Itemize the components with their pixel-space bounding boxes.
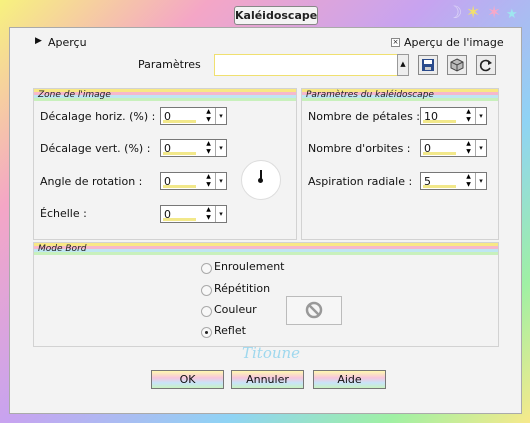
star-icon: ★ xyxy=(506,7,518,22)
radio-color[interactable] xyxy=(201,306,212,317)
stepper-arrows-icon[interactable]: ▲ ▼ xyxy=(202,108,215,124)
cancel-button[interactable]: Annuler xyxy=(231,370,304,389)
triangle-right-icon[interactable]: ▶ xyxy=(35,36,42,46)
image-zone-group: Zone de l'image Décalage horiz. (%) : 0 … xyxy=(33,88,297,240)
no-color-icon xyxy=(305,301,323,319)
rotation-dial[interactable] xyxy=(241,160,281,200)
stepper-arrows-icon[interactable]: ▲ ▼ xyxy=(462,140,475,156)
cube-icon[interactable] xyxy=(447,55,467,75)
save-icon[interactable] xyxy=(418,55,438,75)
chevron-down-icon[interactable]: ▾ xyxy=(475,140,486,156)
orbit-count-label: Nombre d'orbites : xyxy=(308,142,411,155)
scale-label: Échelle : xyxy=(40,207,87,220)
chevron-down-icon[interactable]: ▾ xyxy=(215,173,226,189)
radio-mirror[interactable] xyxy=(201,327,212,338)
image-zone-title: Zone de l'image xyxy=(34,89,296,101)
kaleido-params-group: Paramètres du kaléidoscape Nombre de pét… xyxy=(301,88,499,240)
chevron-down-icon[interactable]: ▾ xyxy=(215,108,226,124)
stepper-arrows-icon[interactable]: ▲ ▼ xyxy=(202,173,215,189)
petal-count-label: Nombre de pétales : xyxy=(308,110,421,123)
help-button[interactable]: Aide xyxy=(313,370,386,389)
radial-suction-stepper[interactable]: 5 ▲ ▼ ▾ xyxy=(420,172,487,190)
chevron-down-icon[interactable]: ▾ xyxy=(215,206,226,222)
radial-suction-label: Aspiration radiale : xyxy=(308,175,413,188)
window-title: Kaléidoscape xyxy=(234,6,318,25)
chevron-down-icon[interactable]: ▾ xyxy=(475,173,486,189)
vert-offset-stepper[interactable]: 0 ▲ ▼ ▾ xyxy=(160,139,227,157)
stepper-arrows-icon[interactable]: ▲ ▼ xyxy=(462,108,475,124)
horiz-offset-stepper[interactable]: 0 ▲ ▼ ▾ xyxy=(160,107,227,125)
moon-icon: ☽ xyxy=(447,3,463,23)
edge-mode-title: Mode Bord xyxy=(34,243,498,255)
signature: Titoune xyxy=(242,344,301,362)
rotation-angle-label: Angle de rotation : xyxy=(40,175,143,188)
radio-wrap-label[interactable]: Enroulement xyxy=(214,260,285,273)
orbit-count-stepper[interactable]: 0 ▲ ▼ ▾ xyxy=(420,139,487,157)
chevron-down-icon[interactable]: ▾ xyxy=(475,108,486,124)
kaleido-params-title: Paramètres du kaléidoscape xyxy=(302,89,498,101)
preview-checkbox-label: Aperçu de l'image xyxy=(404,36,504,49)
rotation-angle-stepper[interactable]: 0 ▲ ▼ ▾ xyxy=(160,172,227,190)
reset-icon[interactable] xyxy=(476,55,496,75)
radio-repeat[interactable] xyxy=(201,285,212,296)
ok-button[interactable]: OK xyxy=(151,370,224,389)
presets-dropdown-button[interactable]: ▲ xyxy=(397,54,409,76)
stepper-arrows-icon[interactable]: ▲ ▼ xyxy=(202,140,215,156)
presets-input[interactable] xyxy=(214,54,398,76)
stepper-arrows-icon[interactable]: ▲ ▼ xyxy=(462,173,475,189)
star-icon: ✶ xyxy=(487,3,502,23)
stepper-arrows-icon[interactable]: ▲ ▼ xyxy=(202,206,215,222)
color-swatch[interactable] xyxy=(286,296,342,325)
vert-offset-label: Décalage vert. (%) : xyxy=(40,142,151,155)
presets-label: Paramètres xyxy=(138,58,201,71)
dialog-panel: ▶ Aperçu × Aperçu de l'image Paramètres … xyxy=(9,27,522,414)
petal-count-stepper[interactable]: 10 ▲ ▼ ▾ xyxy=(420,107,487,125)
horiz-offset-label: Décalage horiz. (%) : xyxy=(40,110,156,123)
radio-color-label[interactable]: Couleur xyxy=(214,303,257,316)
scale-stepper[interactable]: 0 ▲ ▼ ▾ xyxy=(160,205,227,223)
radio-mirror-label[interactable]: Reflet xyxy=(214,324,246,337)
preview-checkbox[interactable]: × xyxy=(391,38,400,47)
edge-mode-group: Mode Bord Enroulement Répétition Couleur… xyxy=(33,242,499,347)
radio-repeat-label[interactable]: Répétition xyxy=(214,282,270,295)
preview-toggle[interactable]: Aperçu xyxy=(48,36,87,49)
star-icon: ✶ xyxy=(466,3,481,23)
chevron-down-icon[interactable]: ▾ xyxy=(215,140,226,156)
radio-wrap[interactable] xyxy=(201,263,212,274)
dialog-window: Kaléidoscape ☽ ✶ ✶ ★ ▶ Aperçu × Aperçu d… xyxy=(0,0,530,423)
